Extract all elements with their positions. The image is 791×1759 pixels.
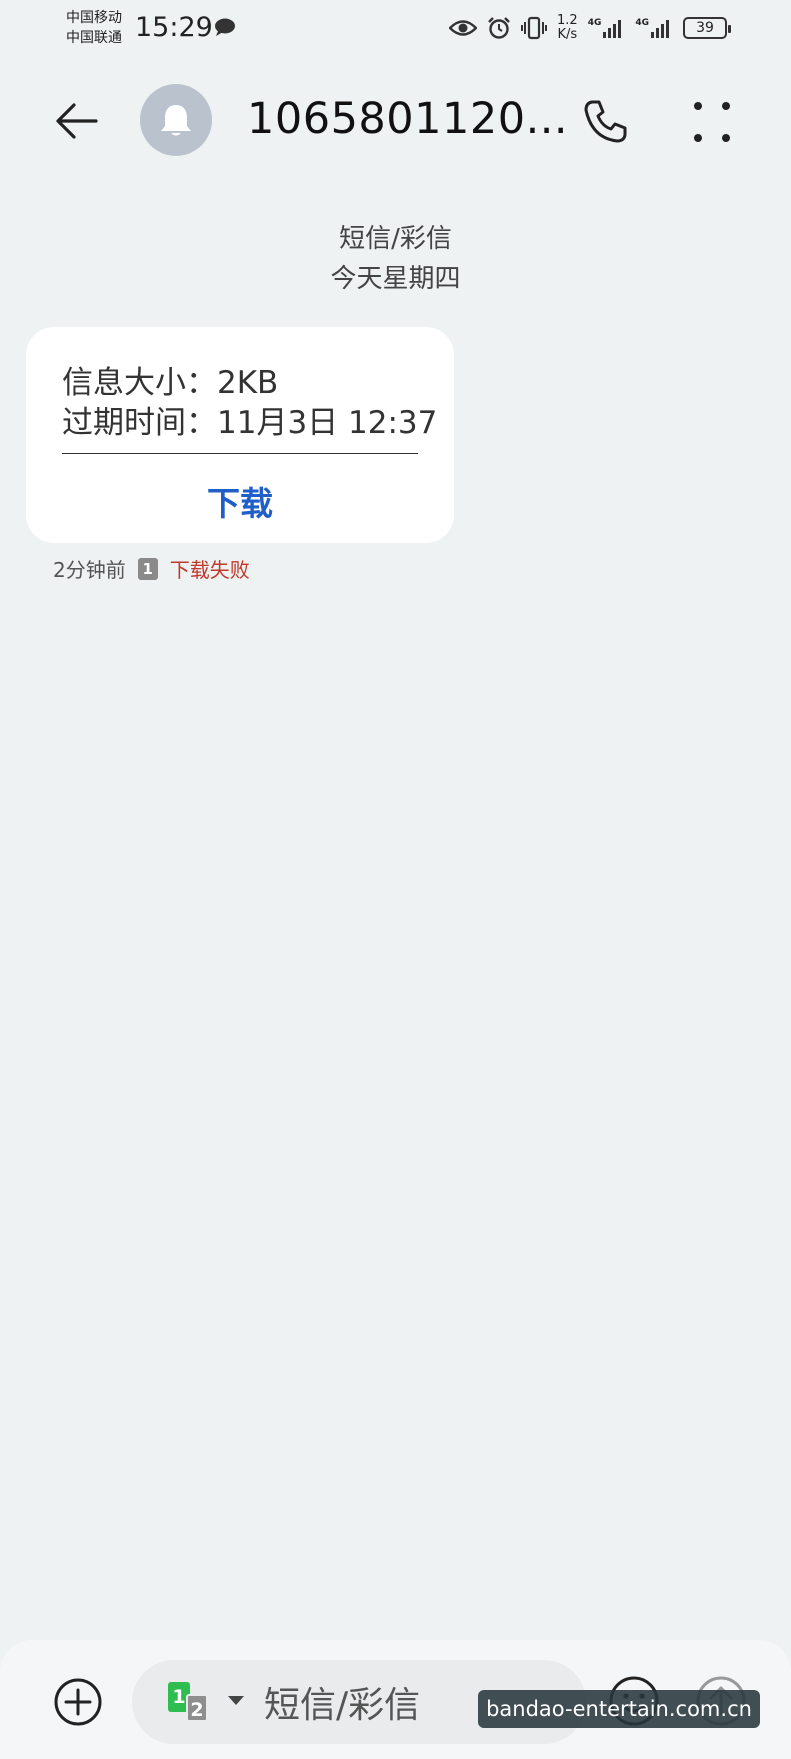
- signal-2: 4G: [635, 18, 673, 38]
- network-type-2: 4G: [635, 18, 649, 28]
- battery-indicator: 39: [683, 17, 731, 39]
- status-icons: 1.2 K/s 4G 4G 39: [449, 14, 731, 42]
- message-expiry: 过期时间：11月3日 12:37: [62, 405, 438, 441]
- download-button[interactable]: 下载: [26, 477, 454, 525]
- status-time: 15:29: [135, 12, 213, 43]
- message-type-label: 短信/彩信: [339, 224, 452, 254]
- input-placeholder: 短信/彩信: [264, 1685, 421, 1726]
- chevron-down-icon[interactable]: [228, 1696, 244, 1705]
- download-status: 下载失败: [169, 558, 250, 582]
- sim-slot-badge: 1: [137, 557, 158, 580]
- carrier-2: 中国联通: [66, 30, 122, 46]
- conversation-header: 1065801120...: [0, 70, 791, 170]
- bell-icon: [161, 105, 191, 136]
- alarm-icon: [487, 16, 511, 40]
- message-notification-icon: [215, 18, 235, 36]
- status-bar: 中国移动 中国联通 15:29 1.2 K/s 4G 4G 39: [0, 0, 791, 56]
- phone-icon[interactable]: [580, 96, 630, 146]
- network-type-1: 4G: [587, 18, 602, 28]
- eye-comfort-icon: [449, 19, 477, 37]
- network-speed: 1.2 K/s: [557, 14, 578, 42]
- date-label: 今天星期四: [330, 264, 461, 294]
- message-time: 2分钟前: [53, 558, 126, 582]
- carrier-labels: 中国移动 中国联通: [66, 8, 122, 48]
- message-meta: 2分钟前 1 下载失败: [53, 554, 250, 583]
- plus-circle-icon[interactable]: [52, 1676, 104, 1728]
- speed-value: 1.2: [557, 13, 578, 28]
- arrow-left-icon[interactable]: [52, 96, 102, 146]
- signal-bars-1-icon: [603, 20, 622, 38]
- sim-selector[interactable]: 1 2: [168, 1682, 218, 1722]
- watermark-label: bandao-entertain.com.cn: [478, 1690, 760, 1728]
- more-dots-icon[interactable]: [688, 98, 736, 146]
- signal-bars-2-icon: [651, 20, 669, 38]
- sim-2-icon: 2: [186, 1694, 208, 1722]
- speed-unit: K/s: [557, 27, 578, 42]
- vibrate-icon: [521, 16, 547, 40]
- carrier-1: 中国移动: [66, 10, 122, 26]
- contact-number-title: 1065801120...: [247, 94, 569, 144]
- mms-message-bubble[interactable]: 信息大小：2KB 过期时间：11月3日 12:37 下载: [26, 327, 454, 543]
- message-size: 信息大小：2KB: [62, 365, 279, 401]
- sms-conversation-screen: 中国移动 中国联通 15:29 1.2 K/s 4G 4G 39 1065801…: [0, 0, 791, 1759]
- bubble-divider: [62, 453, 418, 454]
- signal-1: 4G: [588, 18, 626, 38]
- avatar[interactable]: [140, 84, 212, 156]
